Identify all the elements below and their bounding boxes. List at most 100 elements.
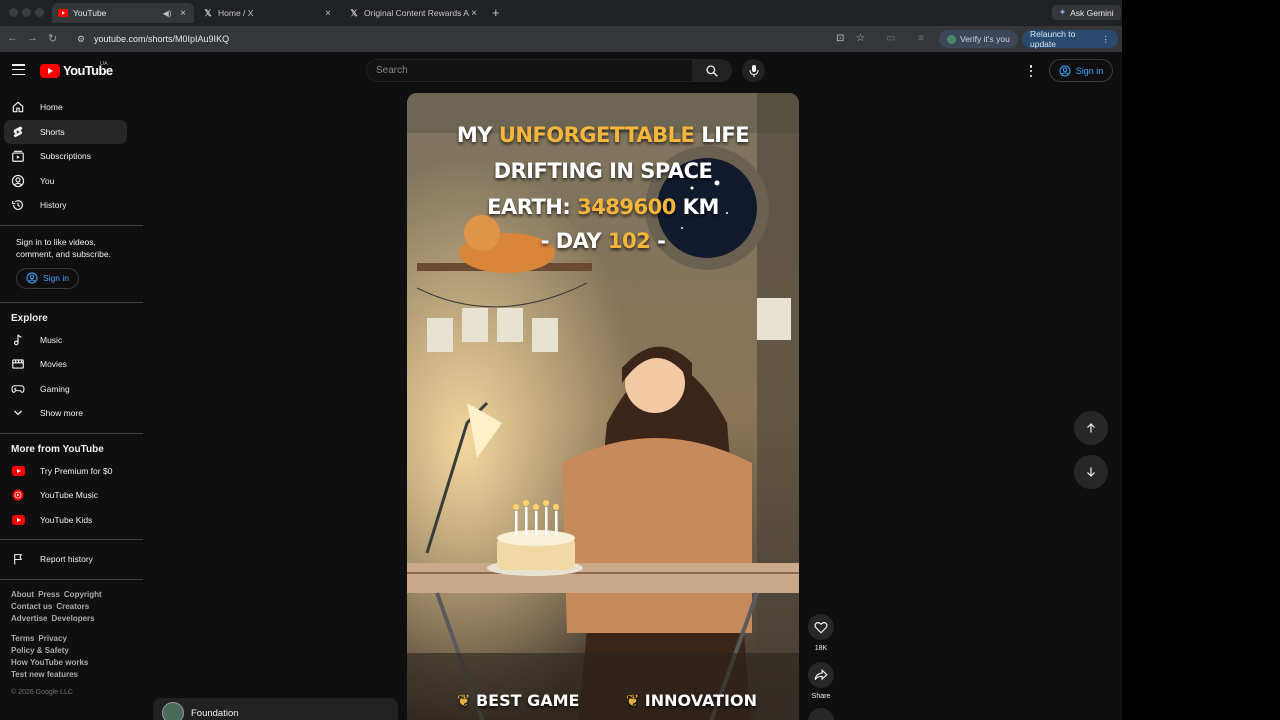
sidebar-item-label: Music — [40, 334, 63, 345]
sidebar-item-home[interactable]: Home — [4, 95, 127, 120]
sidebar-item-label: Home — [40, 102, 63, 113]
award-badges: ❦ BEST GAME ❦ INNOVATION — [457, 691, 757, 710]
sidebar-item-show-more[interactable]: Show more — [4, 401, 127, 426]
sidebar-item-youtube-kids[interactable]: YouTube Kids — [4, 508, 127, 533]
footer-link-developers[interactable]: Developers — [51, 614, 94, 623]
close-tab-icon[interactable]: × — [178, 8, 188, 19]
gemini-sparkle-icon: ✦ — [1059, 7, 1067, 17]
forward-arrow-icon[interactable]: → — [27, 32, 38, 44]
window-close-button[interactable] — [9, 8, 18, 17]
share-button[interactable] — [808, 662, 834, 688]
chevron-down-icon — [11, 406, 25, 420]
url-text: youtube.com/shorts/M0IpIAu9IKQ — [94, 34, 230, 44]
footer-row: Test new features — [11, 669, 143, 681]
verify-its-you-chip[interactable]: Verify it's you — [939, 30, 1018, 48]
install-app-icon[interactable]: ⊡ — [836, 33, 844, 44]
tab-home-x[interactable]: 𝕏 Home / X × — [197, 3, 339, 23]
explore-heading: Explore — [11, 312, 48, 324]
divider — [0, 539, 143, 540]
sidebar-sign-in-button[interactable]: Sign in — [16, 267, 79, 289]
footer-link-how-youtube-works[interactable]: How YouTube works — [11, 658, 88, 667]
tab-youtube[interactable]: YouTube ◀) × — [52, 3, 194, 23]
short-video-player[interactable]: MY UNFORGETTABLE LIFE DRIFTING IN SPACE … — [407, 93, 799, 720]
menu-hamburger-icon[interactable] — [12, 64, 25, 78]
sidebar-item-movies[interactable]: Movies — [4, 352, 127, 377]
signin-prompt-section: Sign in to like videos, comment, and sub… — [0, 226, 143, 299]
footer-link-contact[interactable]: Contact us — [11, 602, 52, 611]
footer-link-policy[interactable]: Policy & Safety — [11, 646, 69, 655]
title-text: MY — [456, 123, 499, 147]
sidebar-item-you[interactable]: You — [4, 169, 127, 194]
heart-icon — [814, 621, 828, 634]
footer-link-privacy[interactable]: Privacy — [38, 634, 66, 643]
address-bar[interactable]: ⚙ youtube.com/shorts/M0IpIAu9IKQ — [68, 30, 910, 48]
sidebar-item-label: YouTube Music — [40, 490, 98, 501]
footer-link-advertise[interactable]: Advertise — [11, 614, 47, 623]
more-actions-button[interactable]: ⋯ — [808, 708, 834, 720]
title-text: LIFE — [694, 123, 750, 147]
sidebar-item-label: Shorts — [40, 126, 65, 137]
previous-short-button[interactable] — [1074, 411, 1108, 445]
relaunch-label: Relaunch to update — [1030, 29, 1076, 49]
reload-icon[interactable]: ↻ — [48, 32, 57, 45]
footer-link-copyright[interactable]: Copyright — [64, 590, 102, 599]
movies-icon — [11, 357, 25, 371]
screen: YouTube ◀) × 𝕏 Home / X × 𝕏 Original Con… — [0, 0, 1122, 720]
footer-row: Advertise Developers — [11, 613, 143, 625]
channel-card[interactable]: Foundation — [153, 698, 398, 720]
signin-prompt-text: Sign in to like videos, comment, and sub… — [16, 236, 111, 259]
footer-link-terms[interactable]: Terms — [11, 634, 34, 643]
footer-link-test-features[interactable]: Test new features — [11, 670, 78, 679]
tab-original-content[interactable]: 𝕏 Original Content Rewards Ap × — [343, 3, 485, 23]
short-title-line-2: DRIFTING IN SPACE — [493, 159, 713, 183]
sidebar-item-history[interactable]: History — [4, 193, 127, 218]
sidebar-item-label: Show more — [40, 408, 83, 419]
footer-link-creators[interactable]: Creators — [56, 602, 89, 611]
search-icon — [706, 64, 718, 77]
more-vert-icon: ⋮ — [1101, 33, 1111, 44]
share-icon — [814, 669, 828, 681]
youtube-logo[interactable]: YouTube UA — [40, 61, 113, 78]
voice-search-button[interactable] — [742, 59, 765, 82]
more-dots-icon: ⋯ — [816, 716, 826, 720]
footer-row: About Press Copyright — [11, 589, 143, 601]
sidebar-item-report-history[interactable]: Report history — [4, 547, 127, 572]
sidebar-item-subscriptions[interactable]: Subscriptions — [4, 144, 127, 169]
back-arrow-icon[interactable]: ← — [7, 32, 18, 44]
speaker-icon[interactable]: ◀) — [162, 9, 172, 18]
footer-row: Policy & Safety — [11, 645, 143, 657]
sidebar-item-premium[interactable]: Try Premium for $0 — [4, 459, 127, 484]
search-input[interactable]: Search — [366, 59, 692, 82]
close-tab-icon[interactable]: × — [469, 8, 479, 19]
channel-avatar[interactable] — [162, 702, 184, 720]
sign-in-button[interactable]: Sign in — [1049, 59, 1113, 82]
sidebar-item-shorts[interactable]: Shorts — [4, 119, 127, 144]
you-icon — [11, 174, 25, 188]
title-text: KM — [675, 195, 720, 219]
sidebar-item-music[interactable]: Music — [4, 328, 127, 353]
window-zoom-button[interactable] — [35, 8, 44, 17]
next-short-button[interactable] — [1074, 455, 1108, 489]
channel-name[interactable]: Foundation — [191, 708, 239, 719]
sidebar-item-label: Report history — [40, 554, 93, 565]
bookmark-star-icon[interactable]: ☆ — [856, 33, 865, 44]
window-minimize-button[interactable] — [22, 8, 31, 17]
title-highlight: UNFORGETTABLE — [498, 123, 695, 147]
extensions-icon[interactable]: ≡ — [918, 33, 924, 44]
ask-gemini-button[interactable]: ✦ Ask Gemini — [1052, 5, 1121, 20]
site-info-icon[interactable]: ⚙ — [77, 34, 87, 45]
search-button[interactable] — [692, 59, 732, 82]
browser-toolbar: ← → ↻ ⚙ youtube.com/shorts/M0IpIAu9IKQ ⊡… — [0, 26, 1122, 52]
like-button[interactable] — [808, 614, 834, 640]
new-tab-button[interactable]: + — [492, 5, 500, 20]
footer-link-about[interactable]: About — [11, 590, 34, 599]
relaunch-to-update-button[interactable]: Relaunch to update ⋮ — [1022, 29, 1118, 49]
tab-title: YouTube — [73, 8, 107, 18]
settings-more-icon[interactable] — [1024, 63, 1038, 79]
browser-tab-bar: YouTube ◀) × 𝕏 Home / X × 𝕏 Original Con… — [0, 0, 1122, 26]
close-tab-icon[interactable]: × — [323, 8, 333, 19]
reading-mode-icon[interactable]: ▭ — [886, 33, 895, 44]
footer-link-press[interactable]: Press — [38, 590, 60, 599]
sidebar-item-gaming[interactable]: Gaming — [4, 377, 127, 402]
sidebar-item-youtube-music[interactable]: YouTube Music — [4, 483, 127, 508]
